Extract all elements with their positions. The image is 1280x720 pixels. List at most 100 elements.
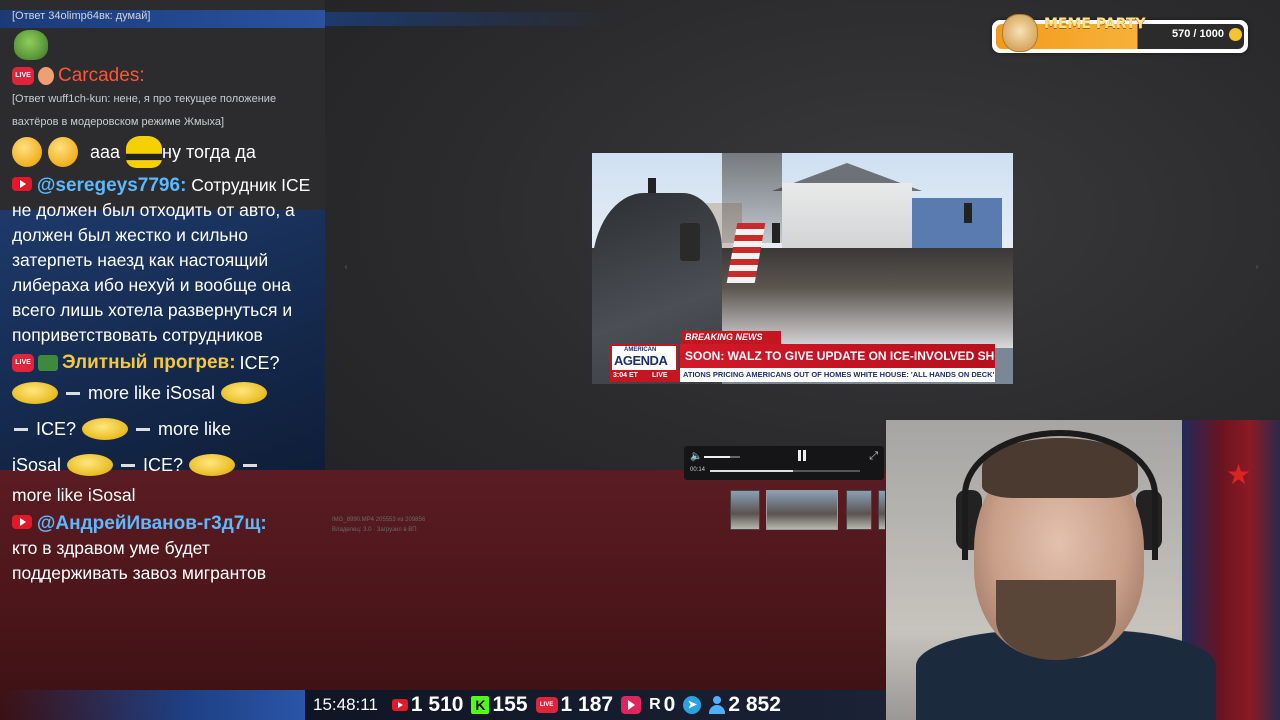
youtube-count: 1 510 (410, 693, 464, 716)
chat-message: @seregeys7796: Сотрудник ICE не должен б… (12, 173, 315, 348)
chat-text: ну тогда да (162, 141, 256, 162)
traffic-light (772, 223, 780, 243)
lemon-emote (12, 382, 58, 404)
youtube-icon (12, 515, 32, 529)
thumbnail-strip (730, 490, 885, 530)
webcam-beard (996, 580, 1116, 660)
volume-slider[interactable] (704, 456, 730, 458)
vk-live-icon: LIVE (535, 697, 558, 713)
arrow-icon (121, 463, 136, 467)
meme-party-count: 570 / 1000 (1172, 28, 1224, 40)
stage-top-stripe (325, 12, 615, 26)
avatar (38, 67, 54, 85)
chevron-left-icon[interactable]: ‹ (344, 262, 348, 273)
chat-message: LIVE Элитный прогрев: ICE? more like iSo… (12, 351, 315, 508)
lemon-emote (67, 454, 114, 476)
rutube-icon: R (649, 696, 661, 713)
thumbnail[interactable] (878, 490, 885, 530)
video-house-blue (912, 198, 1002, 253)
lemon-emote (221, 382, 268, 404)
rutube-count: 0 (663, 693, 676, 716)
video-frame[interactable]: BREAKING NEWS AMERICAN AGENDA 3:04 ET LI… (592, 153, 1013, 384)
chat-panel: [Ответ 34olimp64вк: думай] LIVE Carcades… (0, 6, 325, 720)
thumbnail[interactable] (730, 490, 760, 530)
file-info-line: Владелец: 3.0 · Загрузил в ВП (332, 527, 417, 533)
thumbnail[interactable] (846, 490, 872, 530)
live-badge-icon: LIVE (12, 67, 34, 85)
chat-text: ICE? (36, 418, 77, 439)
news-clock: 3:04 ET (613, 372, 638, 379)
play-stat (621, 696, 642, 714)
chat-text: iSosal (12, 454, 62, 475)
news-logo: AMERICAN AGENDA 3:04 ET LIVE (610, 344, 680, 382)
arrow-icon (243, 463, 258, 467)
arrow-icon (14, 427, 28, 431)
chevron-right-icon[interactable]: › (1255, 262, 1259, 273)
rutube-stat: R0 (649, 693, 675, 717)
avatar (38, 355, 58, 371)
fullscreen-icon[interactable]: ⤢ (869, 449, 878, 463)
news-logo-big: AGENDA (614, 353, 668, 368)
chat-username[interactable]: @seregeys7796: (37, 175, 187, 196)
meme-party-widget: MEME PARTY 570 / 1000 (992, 14, 1248, 53)
clock: 15:48:11 (313, 695, 378, 714)
current-time: 00:14 (690, 467, 706, 473)
video-controls: 🔈 ⤢ 00:14 (684, 446, 884, 480)
kick-icon: K (471, 696, 490, 714)
coin-icon (1229, 28, 1242, 41)
chat-text: ICE? (143, 454, 184, 475)
lemon-emote (189, 454, 236, 476)
volume-slider-rest (730, 456, 740, 458)
chat-username[interactable]: @АндрейИванов-г3д7щ: (37, 513, 267, 534)
chat-message: @АндрейИванов-г3д7щ: кто в здравом уме б… (12, 511, 315, 586)
live-stat: LIVE 1 187 (535, 693, 614, 717)
news-live: LIVE (652, 372, 668, 379)
arrow-icon (136, 427, 151, 431)
kick-stat: K 155 (471, 693, 528, 717)
chat-text: more like (158, 418, 232, 439)
chat-text: ааа (90, 141, 121, 162)
chat-reply-context: [Ответ 34olimp64вк: думай] (12, 10, 151, 22)
news-lower-third: BREAKING NEWS AMERICAN AGENDA 3:04 ET LI… (610, 328, 995, 384)
chat-text: Сотрудник ICE не должен был отходить от … (12, 175, 311, 345)
viewers-stat: 2 852 (709, 693, 781, 717)
kick-count: 155 (492, 693, 528, 716)
video-house (782, 183, 912, 258)
file-info-line: IMG_8990.MP4 205553 из 209856 (332, 517, 426, 523)
chat-message: LIVE Carcades: [Ответ wuff1ch-kun: нене,… (12, 64, 315, 170)
seek-bar[interactable] (710, 470, 860, 472)
volume-icon[interactable]: 🔈 (690, 451, 702, 462)
youtube-icon (391, 699, 408, 711)
seek-bar-fill (710, 470, 793, 472)
news-headline: SOON: WALZ TO GIVE UPDATE ON ICE-INVOLVE… (680, 344, 995, 368)
stream-stats-bar: 15:48:11 1 510 K 155 LIVE 1 187 R0 ➤ 2 852 (305, 690, 886, 720)
live-badge-icon: LIVE (12, 354, 34, 372)
star-icon: ★ (1226, 458, 1252, 491)
video-phone (680, 223, 700, 261)
breaking-news-label: BREAKING NEWS (681, 331, 781, 344)
hat-emote (126, 136, 163, 168)
headset-band (962, 430, 1158, 560)
chat-text: ICE? (239, 353, 280, 373)
doge-icon (1002, 14, 1038, 52)
chat-reply-context: [Ответ wuff1ch-kun: нене, я про текущее … (12, 93, 277, 128)
traffic-light (964, 203, 972, 223)
pause-icon[interactable] (796, 450, 808, 462)
chat-text: кто в здравом уме будет поддерживать зав… (12, 538, 267, 583)
thumbnail-active[interactable] (766, 490, 838, 530)
news-ticker: ATIONS PRICING AMERICANS OUT OF HOMES WH… (680, 368, 995, 382)
frog-emote (14, 30, 48, 60)
thinking-emote (12, 137, 42, 167)
meme-party-title: MEME PARTY (1044, 16, 1146, 32)
thinking-emote (48, 137, 78, 167)
play-icon (621, 696, 642, 714)
viewers-count: 2 852 (728, 693, 781, 716)
user-icon (709, 696, 726, 714)
chat-username[interactable]: Carcades: (58, 64, 145, 88)
lemon-emote (82, 418, 129, 440)
telegram-stat: ➤ (683, 696, 702, 714)
youtube-icon (12, 177, 32, 191)
chat-text: more like iSosal (12, 485, 136, 505)
live-count: 1 187 (560, 693, 614, 716)
chat-username[interactable]: Элитный прогрев: (62, 351, 236, 375)
